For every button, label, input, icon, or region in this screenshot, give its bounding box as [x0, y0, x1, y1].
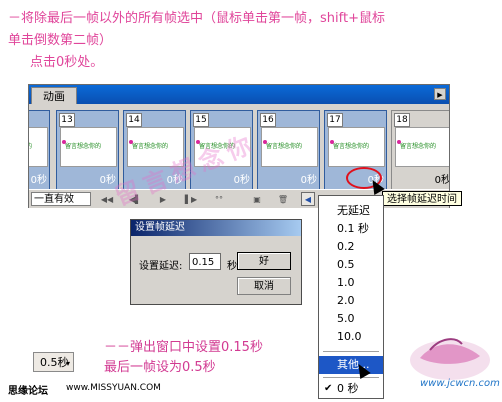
bottom-instruction-1: －－弹出窗口中设置0.15秒 [104, 340, 263, 355]
frame-13[interactable]: 13 留言想念你的 0秒 [56, 110, 119, 189]
site-name: 思缘论坛 [8, 386, 48, 397]
panel-menu-arrow-icon[interactable]: ▶ [434, 88, 446, 100]
logo-text: www.jcwcn.com [420, 378, 500, 389]
menu-item-0-2[interactable]: 0.2 [319, 238, 383, 256]
bottom-instruction-2: 最后一帧设为0.5秒 [104, 360, 216, 375]
frame-number: 13 [59, 113, 75, 127]
frame-thumbnail: 留言想念你的 [395, 127, 449, 167]
delay-menu: 无延迟 0.1 秒 0.2 0.5 1.0 2.0 5.0 10.0 其他...… [318, 195, 384, 399]
menu-item-0-5[interactable]: 0.5 [319, 256, 383, 274]
menu-item-no-delay[interactable]: 无延迟 [319, 202, 383, 220]
site-url: www.MISSYUAN.COM [66, 383, 161, 393]
frame-number: 18 [394, 113, 410, 127]
first-frame-icon[interactable]: ◀◀ [99, 193, 115, 206]
frame-thumbnail: 留言想念你的 [29, 127, 48, 167]
cancel-button[interactable]: 取消 [237, 277, 291, 295]
chevron-down-icon: ▾ [66, 359, 71, 368]
menu-item-5-0[interactable]: 5.0 [319, 310, 383, 328]
ok-button[interactable]: 好 [237, 252, 291, 270]
frame-delay-label[interactable]: 0秒 [31, 171, 47, 186]
menu-separator [323, 377, 379, 378]
set-delay-dialog: 设置帧延迟 设置延迟: 0.15 秒 好 取消 [130, 219, 302, 305]
delay-input[interactable]: 0.15 [189, 253, 221, 270]
menu-item-2-0[interactable]: 2.0 [319, 292, 383, 310]
panel-tabbar: 动画 ▶ [29, 85, 449, 104]
menu-item-0-1[interactable]: 0.1 秒 [319, 220, 383, 238]
frame-16[interactable]: 16 留言想念你的 0秒 [257, 110, 320, 189]
menu-item-other[interactable]: 其他... [319, 356, 383, 374]
frame-12[interactable]: 留言想念你的 0秒 [29, 110, 50, 189]
frame-thumbnail: 留言想念你的 [261, 127, 318, 167]
dialog-titlebar: 设置帧延迟 [131, 220, 301, 236]
instruction-line-3: 点击0秒处。 [30, 55, 104, 70]
frame-number: 15 [193, 113, 209, 127]
delay-label: 设置延迟: [139, 261, 183, 272]
menu-item-1-0[interactable]: 1.0 [319, 274, 383, 292]
menu-separator [323, 351, 379, 352]
delay-tooltip: 选择帧延迟时间 [382, 191, 462, 206]
scroll-left-icon[interactable]: ◀ [301, 192, 315, 206]
loop-options-select[interactable]: 一直有效 [31, 192, 91, 206]
frame-thumbnail: 留言想念你的 [328, 127, 385, 167]
frame-delay-label[interactable]: 0秒 [435, 171, 449, 186]
next-frame-icon[interactable]: ▌▶ [183, 193, 199, 206]
tween-icon[interactable]: °° [211, 193, 227, 206]
frame-thumbnail: 留言想念你的 [60, 127, 117, 167]
frame-number: 17 [327, 113, 343, 127]
instruction-line-2: 单击倒数第二帧） [8, 33, 113, 48]
frame-number: 16 [260, 113, 276, 127]
menu-item-10-0[interactable]: 10.0 [319, 328, 383, 346]
trash-icon[interactable]: 🗑 [275, 193, 291, 206]
duplicate-frame-icon[interactable]: ▣ [249, 193, 265, 206]
frame-delay-label[interactable]: 0秒 [234, 171, 250, 186]
check-icon: ✔ [324, 383, 333, 394]
frame-number: 14 [126, 113, 142, 127]
unit-label: 秒 [227, 261, 237, 272]
frame-18[interactable]: 18 留言想念你的 0秒 [391, 110, 449, 189]
instruction-line-1: －将除最后一帧以外的所有帧选中（鼠标单击第一帧，shift+鼠标 [8, 11, 385, 26]
tab-animation[interactable]: 动画 [31, 87, 77, 104]
frame-delay-label[interactable]: 0秒 [301, 171, 317, 186]
